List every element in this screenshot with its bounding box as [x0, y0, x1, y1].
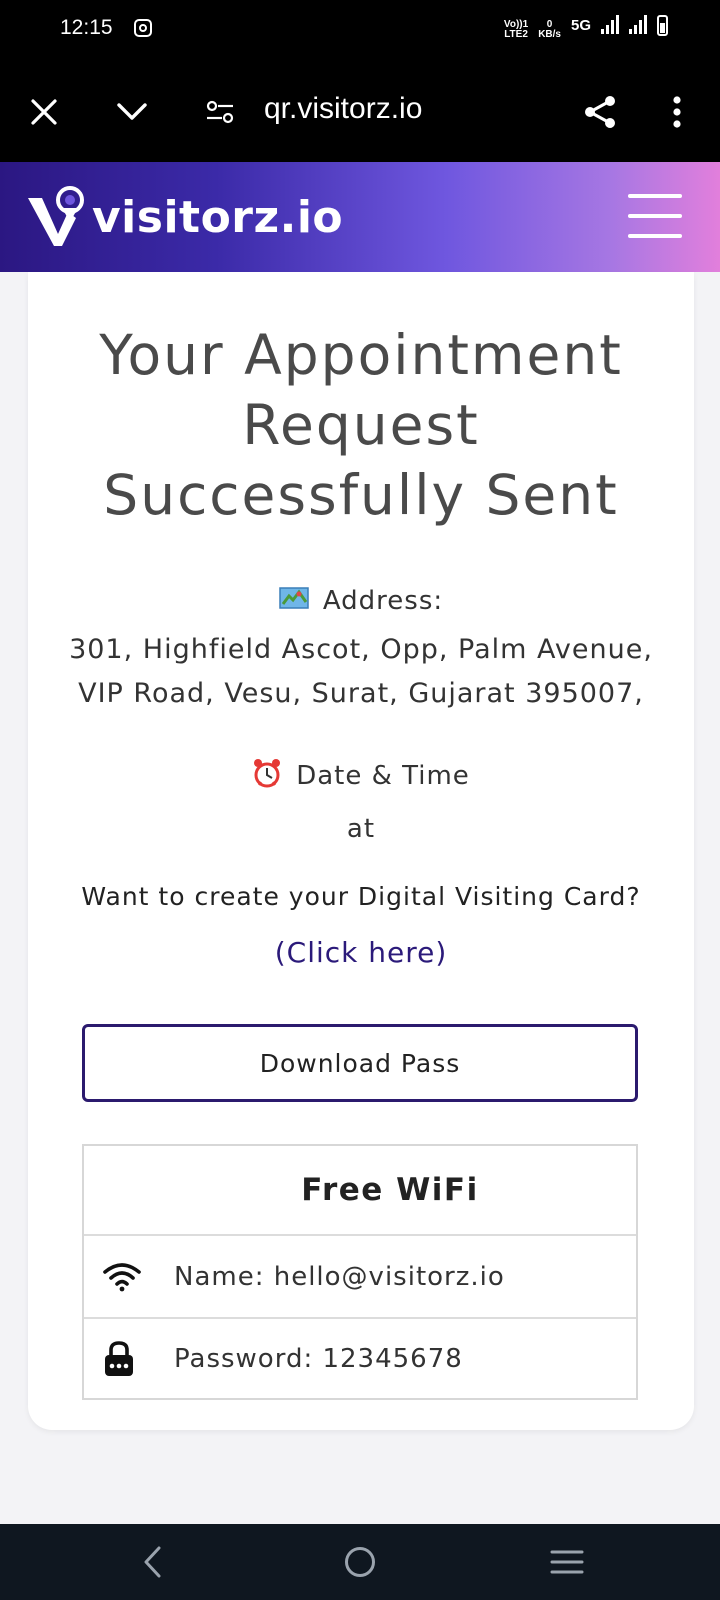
- alarm-clock-icon: [252, 758, 282, 795]
- recent-apps-icon[interactable]: [527, 1524, 607, 1600]
- signal-icon: [601, 14, 619, 34]
- close-icon[interactable]: [22, 62, 66, 162]
- back-icon[interactable]: [112, 1524, 192, 1600]
- site-logo[interactable]: visitorz.io: [26, 184, 343, 250]
- wifi-icon: [102, 1236, 142, 1317]
- volte-indicator: Vo))1 LTE2: [503, 19, 529, 40]
- wifi-password-row: Password: 12345678: [84, 1317, 636, 1398]
- wifi-title: Free WiFi: [301, 1172, 479, 1208]
- logo-text: visitorz.io: [92, 191, 344, 243]
- address-label: Address:: [322, 586, 444, 616]
- title-line: Request: [242, 393, 480, 457]
- wifi-password: Password: 12345678: [174, 1343, 463, 1374]
- more-vert-icon[interactable]: [662, 62, 692, 162]
- system-nav-bar: [0, 1524, 720, 1600]
- wifi-name: Name: hello@visitorz.io: [174, 1261, 505, 1292]
- status-time: 12:15: [60, 16, 113, 39]
- download-pass-button[interactable]: Download Pass: [82, 1024, 638, 1102]
- signal-icon-2: [629, 14, 647, 34]
- at-text: at: [346, 814, 376, 844]
- datetime-label: Date & Time: [296, 761, 470, 791]
- data-rate: 0 KB/s: [538, 19, 561, 40]
- title-line: Successfully Sent: [103, 463, 619, 527]
- title-line: Your Appointment: [99, 323, 623, 387]
- click-here-link[interactable]: (Click here): [28, 936, 694, 969]
- home-icon[interactable]: [320, 1524, 400, 1600]
- status-indicators: Vo))1 LTE2 0 KB/s 5G: [504, 14, 668, 40]
- network-type: 5G: [570, 17, 591, 34]
- wifi-name-row: Name: hello@visitorz.io: [84, 1236, 636, 1317]
- wifi-table: Free WiFi Name: hello@visitorz.io Passwo…: [82, 1144, 638, 1400]
- address-heading: Address:: [28, 586, 694, 617]
- visiting-card-prompt: Want to create your Digital Visiting Car…: [81, 882, 641, 911]
- browser-toolbar: qr.visitorz.io: [0, 62, 720, 162]
- address-line: 301, Highfield Ascot, Opp, Palm Avenue,: [69, 634, 653, 665]
- share-icon[interactable]: [578, 62, 622, 162]
- address-line: VIP Road, Vesu, Surat, Gujarat 395007,: [78, 678, 644, 709]
- datetime-heading: Date & Time: [28, 758, 694, 795]
- lock-icon: [102, 1319, 136, 1398]
- status-bar: 12:15 Vo))1 LTE2 0 KB/s 5G: [0, 0, 720, 62]
- instagram-icon: [134, 19, 152, 37]
- logo-icon: [28, 186, 84, 246]
- wifi-table-header: Free WiFi: [84, 1146, 636, 1236]
- battery-icon: [657, 15, 668, 36]
- url-bar[interactable]: qr.visitorz.io: [264, 92, 422, 126]
- page-title: Your Appointment Request Successfully Se…: [28, 320, 694, 530]
- hamburger-icon[interactable]: [628, 192, 682, 240]
- site-settings-icon[interactable]: [200, 62, 240, 162]
- site-header: visitorz.io: [0, 162, 720, 272]
- map-icon: [279, 586, 309, 617]
- confirmation-card: Your Appointment Request Successfully Se…: [28, 272, 694, 1430]
- chevron-down-icon[interactable]: [110, 62, 154, 162]
